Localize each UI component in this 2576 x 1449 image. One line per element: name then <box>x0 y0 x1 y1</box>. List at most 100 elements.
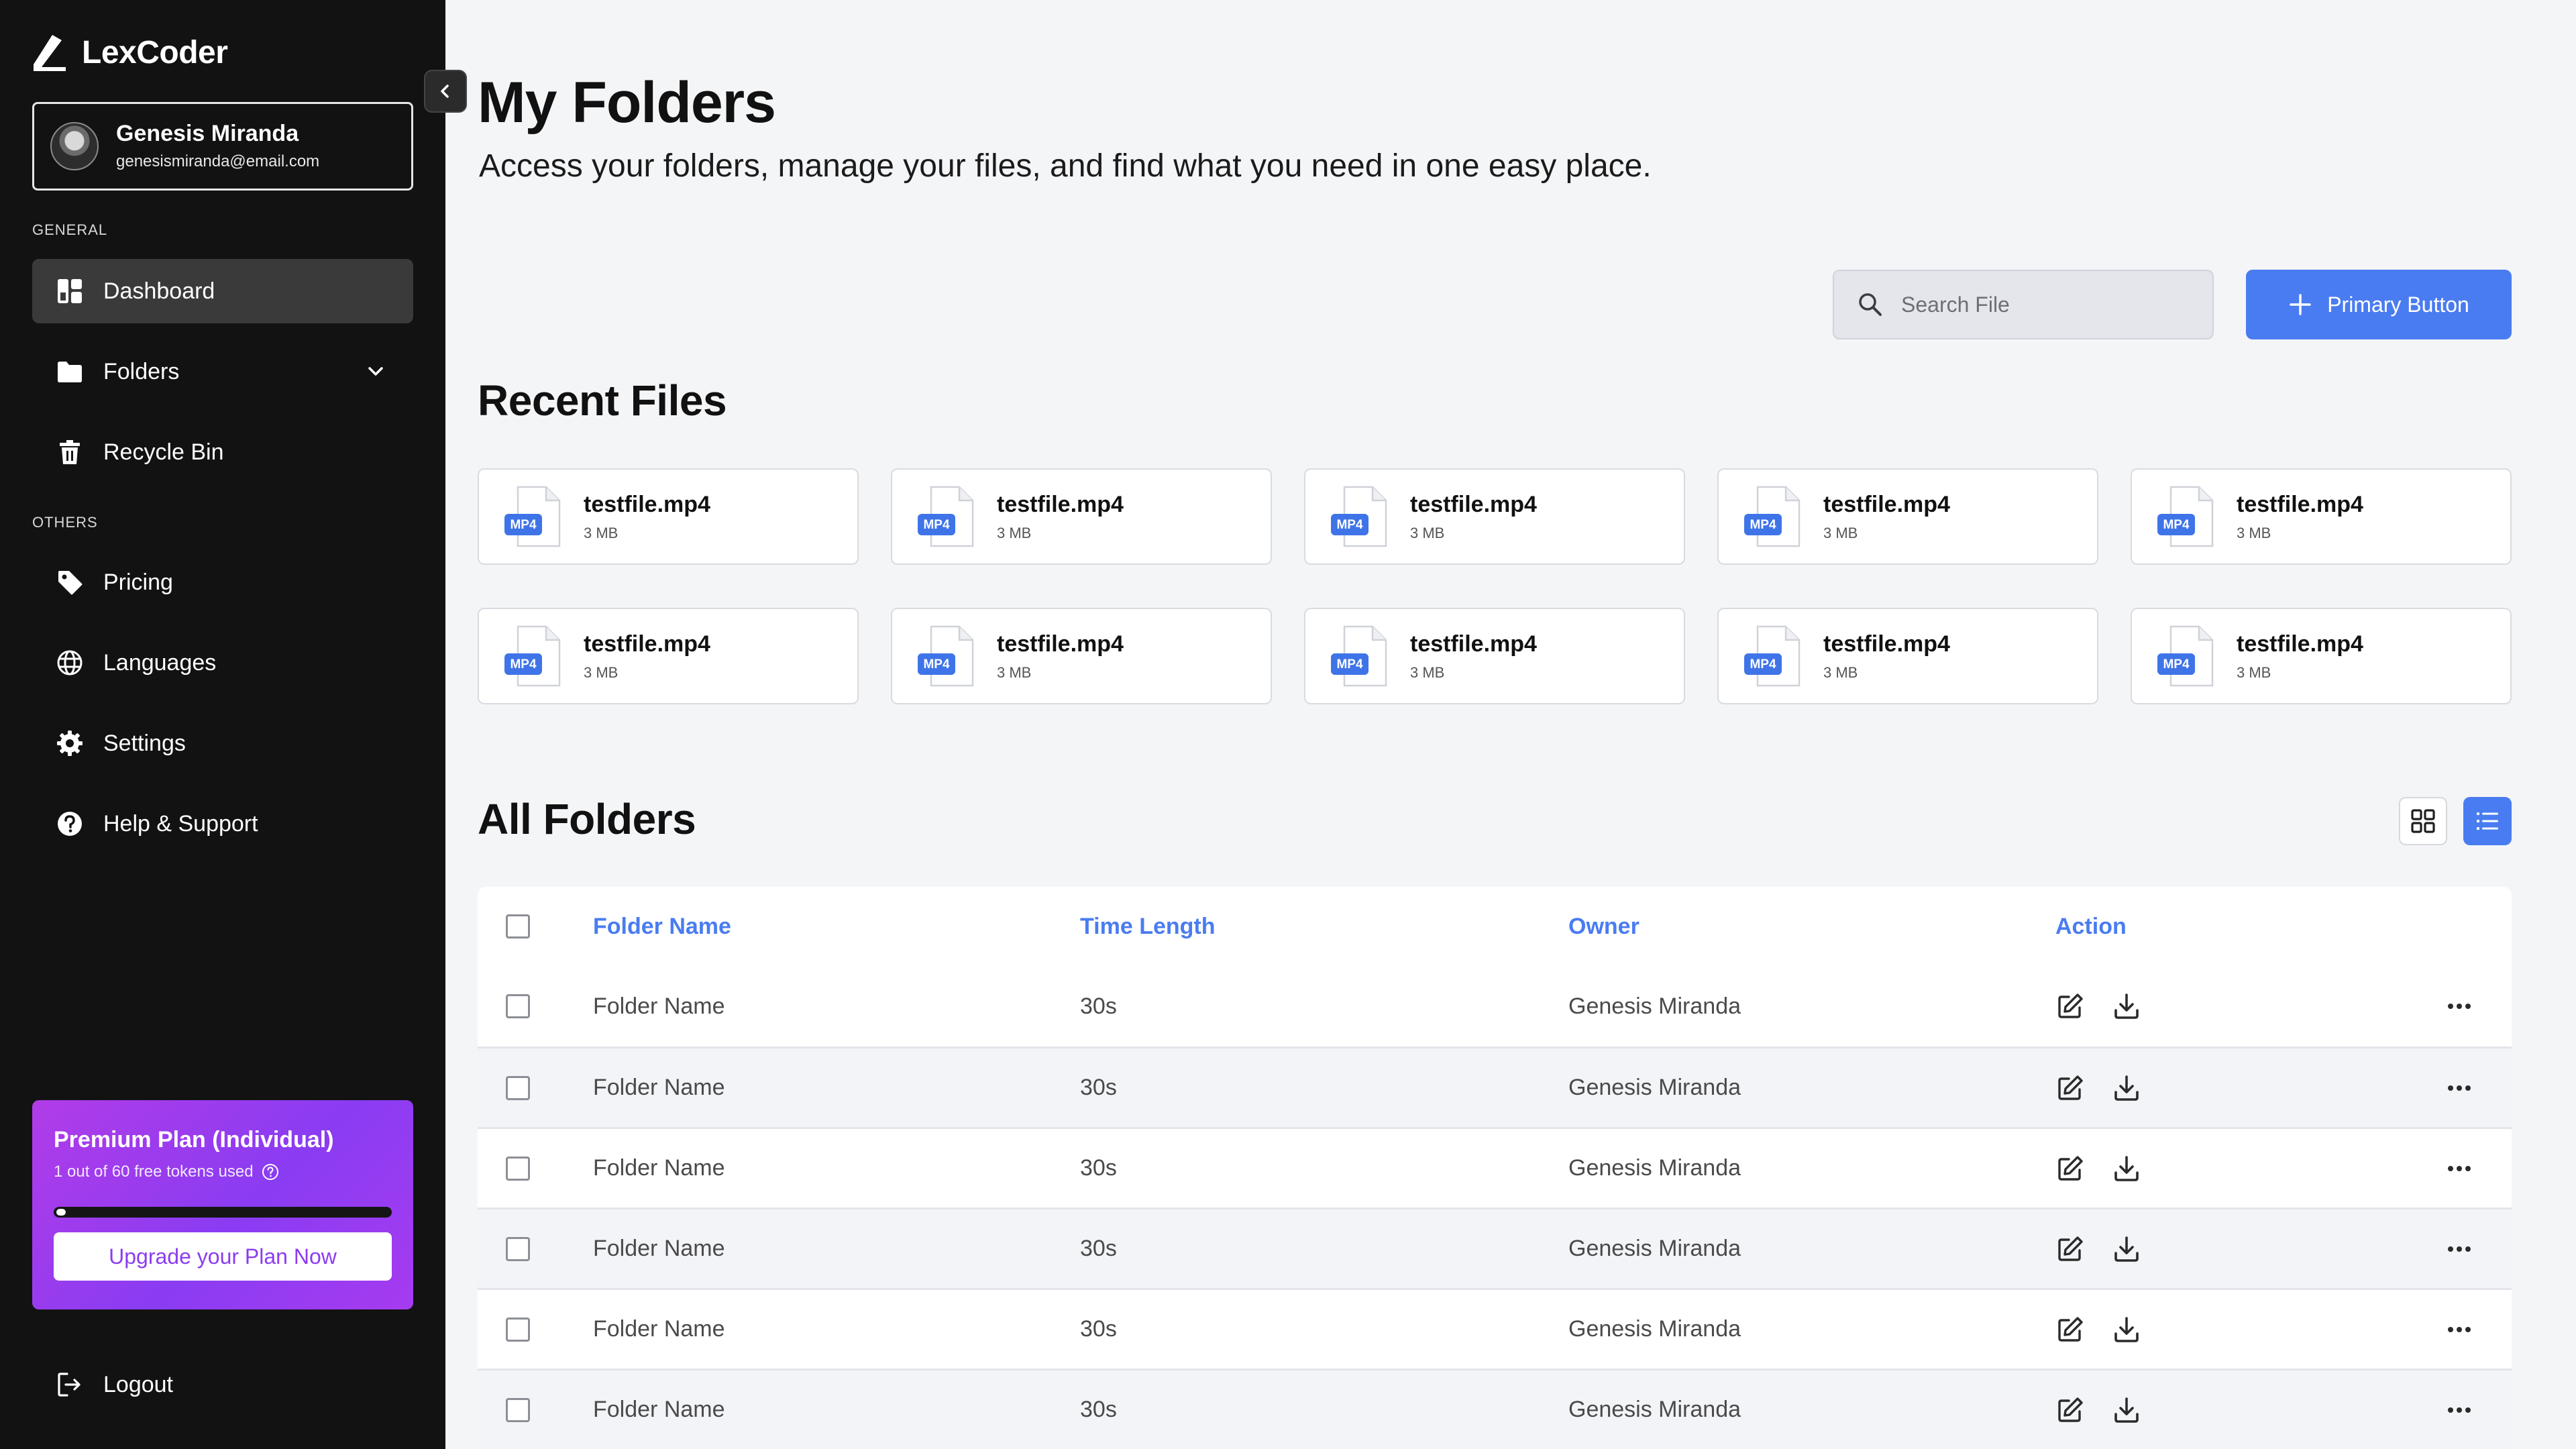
edit-icon[interactable] <box>2055 1315 2085 1344</box>
collapse-sidebar-button[interactable] <box>424 70 467 113</box>
time-length-cell: 30s <box>1080 1075 1117 1100</box>
file-size: 3 MB <box>1823 663 1858 681</box>
recent-file-card[interactable]: MP4 testfile.mp4 3 MB <box>478 608 859 704</box>
recent-file-card[interactable]: MP4 testfile.mp4 3 MB <box>1304 468 1685 565</box>
list-view-button[interactable] <box>2463 797 2512 845</box>
profile-card[interactable]: Genesis Miranda genesismiranda@email.com <box>32 102 413 191</box>
list-icon <box>2477 812 2498 830</box>
svg-text:MP4: MP4 <box>2163 657 2190 672</box>
recent-file-card[interactable]: MP4 testfile.mp4 3 MB <box>478 468 859 565</box>
recent-file-card[interactable]: MP4 testfile.mp4 3 MB <box>891 608 1272 704</box>
more-options-icon[interactable] <box>2443 1072 2475 1104</box>
search-box[interactable] <box>1833 270 2214 339</box>
more-options-icon[interactable] <box>2443 990 2475 1022</box>
mp4-file-icon: MP4 <box>2157 486 2214 547</box>
sidebar-item-pricing[interactable]: Pricing <box>32 550 413 614</box>
recent-file-card[interactable]: MP4 testfile.mp4 3 MB <box>1717 468 2098 565</box>
row-actions <box>2055 1234 2141 1264</box>
sidebar-item-dashboard[interactable]: Dashboard <box>32 259 413 323</box>
primary-button[interactable]: Primary Button <box>2246 270 2512 339</box>
grid-view-button[interactable] <box>2399 797 2447 845</box>
search-input[interactable] <box>1901 292 2196 317</box>
sidebar-item-recycle-bin[interactable]: Recycle Bin <box>32 420 413 484</box>
sidebar-item-help-support[interactable]: Help & Support <box>32 792 413 856</box>
premium-title: Premium Plan (Individual) <box>54 1127 334 1152</box>
globe-icon <box>56 649 83 676</box>
edit-icon[interactable] <box>2055 1154 2085 1183</box>
mp4-file-icon: MP4 <box>1331 486 1387 547</box>
recent-files-grid: MP4 testfile.mp4 3 MB MP4 testfile.mp4 3… <box>478 468 2512 704</box>
download-icon[interactable] <box>2112 1073 2141 1103</box>
upgrade-plan-button[interactable]: Upgrade your Plan Now <box>54 1232 392 1281</box>
sidebar-item-folders[interactable]: Folders <box>32 339 413 404</box>
edit-icon[interactable] <box>2055 1073 2085 1103</box>
svg-text:MP4: MP4 <box>2163 518 2190 532</box>
time-length-cell: 30s <box>1080 1316 1117 1342</box>
file-name: testfile.mp4 <box>2237 491 2363 517</box>
recent-file-card[interactable]: MP4 testfile.mp4 3 MB <box>1717 608 2098 704</box>
more-options-icon[interactable] <box>2443 1313 2475 1346</box>
more-options-icon[interactable] <box>2443 1233 2475 1265</box>
recent-file-card[interactable]: MP4 testfile.mp4 3 MB <box>1304 608 1685 704</box>
token-progress-bar <box>54 1207 392 1218</box>
time-length-cell: 30s <box>1080 1236 1117 1261</box>
file-name: testfile.mp4 <box>997 631 1124 657</box>
sidebar-item-label: Languages <box>103 649 217 676</box>
download-icon[interactable] <box>2112 991 2141 1021</box>
mp4-file-icon: MP4 <box>1744 486 1801 547</box>
table-row[interactable]: Folder Name 30s Genesis Miranda <box>478 1046 2512 1127</box>
column-header: Action <box>2055 913 2127 939</box>
table-row[interactable]: Folder Name 30s Genesis Miranda <box>478 1288 2512 1368</box>
sidebar-item-languages[interactable]: Languages <box>32 631 413 695</box>
edit-icon[interactable] <box>2055 1395 2085 1425</box>
download-icon[interactable] <box>2112 1154 2141 1183</box>
mp4-file-icon: MP4 <box>1744 625 1801 687</box>
recent-file-card[interactable]: MP4 testfile.mp4 3 MB <box>2131 608 2512 704</box>
page-subtitle: Access your folders, manage your files, … <box>479 148 1652 184</box>
chevron-down-icon[interactable] <box>365 361 386 382</box>
logout-button[interactable]: Logout <box>32 1352 173 1417</box>
section-label-others: OTHERS <box>32 514 98 531</box>
token-progress-fill <box>56 1209 66 1216</box>
folder-name-cell: Folder Name <box>593 1397 725 1422</box>
row-checkbox[interactable] <box>506 1317 530 1342</box>
more-options-icon[interactable] <box>2443 1152 2475 1185</box>
edit-icon[interactable] <box>2055 1234 2085 1264</box>
recent-file-card[interactable]: MP4 testfile.mp4 3 MB <box>2131 468 2512 565</box>
more-options-icon[interactable] <box>2443 1394 2475 1426</box>
row-checkbox[interactable] <box>506 994 530 1018</box>
table-row[interactable]: Folder Name 30s Genesis Miranda <box>478 1208 2512 1288</box>
table-row[interactable]: Folder Name 30s Genesis Miranda <box>478 1368 2512 1449</box>
edit-icon[interactable] <box>2055 991 2085 1021</box>
row-checkbox[interactable] <box>506 1397 530 1422</box>
sidebar-item-label: Recycle Bin <box>103 439 224 465</box>
file-name: testfile.mp4 <box>584 491 710 517</box>
file-size: 3 MB <box>1823 524 1858 541</box>
select-all-checkbox[interactable] <box>506 914 530 938</box>
download-icon[interactable] <box>2112 1315 2141 1344</box>
download-icon[interactable] <box>2112 1395 2141 1425</box>
table-row[interactable]: Folder Name 30s Genesis Miranda <box>478 966 2512 1046</box>
table-header: Folder Name Time Length Owner Action <box>478 887 2512 966</box>
column-header[interactable]: Time Length <box>1080 914 1216 940</box>
tag-icon <box>56 569 83 596</box>
row-actions <box>2055 1315 2141 1344</box>
column-header[interactable]: Owner <box>1568 914 1640 940</box>
owner-cell: Genesis Miranda <box>1568 1075 1741 1100</box>
file-name: testfile.mp4 <box>1823 631 1950 657</box>
help-icon <box>56 810 83 837</box>
table-row[interactable]: Folder Name 30s Genesis Miranda <box>478 1127 2512 1208</box>
info-icon[interactable] <box>262 1163 279 1181</box>
column-header[interactable]: Folder Name <box>593 914 731 940</box>
sidebar-item-settings[interactable]: Settings <box>32 711 413 775</box>
row-checkbox[interactable] <box>506 1075 530 1100</box>
brand[interactable]: LexCoder <box>32 34 228 71</box>
recent-files-heading: Recent Files <box>478 376 727 425</box>
table-body: Folder Name 30s Genesis Miranda Folder N… <box>478 966 2512 1449</box>
recent-file-card[interactable]: MP4 testfile.mp4 3 MB <box>891 468 1272 565</box>
trash-icon <box>56 439 83 466</box>
row-checkbox[interactable] <box>506 1156 530 1181</box>
download-icon[interactable] <box>2112 1234 2141 1264</box>
mp4-file-icon: MP4 <box>504 486 561 547</box>
row-checkbox[interactable] <box>506 1236 530 1261</box>
